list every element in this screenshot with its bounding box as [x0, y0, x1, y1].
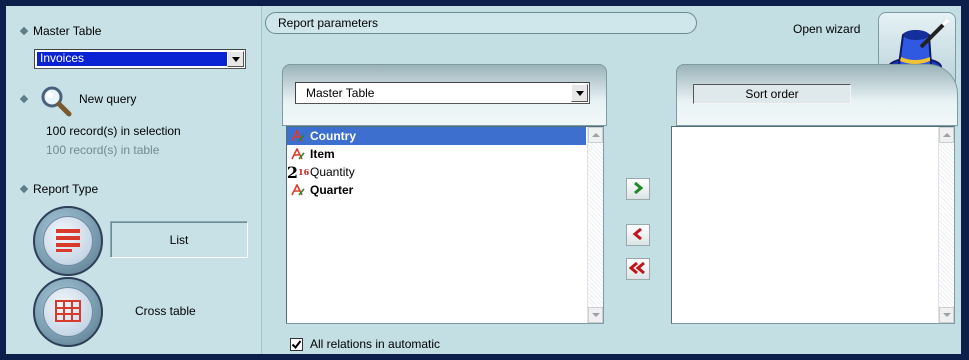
field-row[interactable]: 2 16 Quantity — [286, 162, 586, 182]
arrow-left-icon — [632, 227, 644, 243]
text-field-icon — [290, 147, 306, 161]
scroll-down-icon[interactable] — [939, 307, 954, 323]
sort-order-label: Sort order — [745, 87, 799, 101]
chevron-down-icon[interactable] — [227, 51, 244, 67]
report-parameters-label: Report parameters — [278, 16, 379, 30]
master-table-value: Invoices — [37, 52, 227, 66]
table-select-value: Master Table — [306, 86, 375, 100]
sort-order-list[interactable] — [671, 126, 955, 324]
scroll-up-icon[interactable] — [939, 127, 954, 143]
new-query-link[interactable]: New query — [79, 92, 136, 106]
number-icon-exponent: 16 — [298, 167, 310, 177]
arrow-right-icon — [632, 181, 644, 197]
text-field-icon — [290, 129, 306, 143]
sort-order-caption: Sort order — [693, 84, 851, 104]
cross-table-button[interactable] — [33, 277, 103, 347]
list-report-button[interactable] — [33, 206, 103, 276]
search-icon[interactable] — [39, 84, 73, 118]
field-name: Country — [310, 129, 356, 143]
fields-list[interactable]: Country Item 2 16 Quantity Quarter — [286, 126, 604, 324]
all-relations-checkbox[interactable] — [290, 338, 303, 351]
all-relations-label: All relations in automatic — [310, 337, 441, 351]
scroll-up-icon[interactable] — [588, 127, 603, 143]
number-field-icon: 2 16 — [286, 162, 310, 182]
fields-scrollbar[interactable] — [587, 127, 603, 323]
master-table-label: Master Table — [33, 24, 102, 38]
field-row[interactable]: Quarter — [287, 181, 586, 199]
master-table-select[interactable]: Invoices — [34, 49, 246, 69]
field-row[interactable]: Item — [287, 145, 586, 163]
records-in-table: 100 record(s) in table — [46, 143, 160, 157]
chevron-down-icon[interactable] — [571, 84, 588, 102]
bullet-icon — [19, 94, 29, 104]
left-panel: Master Table Invoices New query 100 reco… — [6, 6, 262, 354]
report-editor-window: Master Table Invoices New query 100 reco… — [6, 6, 961, 354]
report-parameters-header: Report parameters — [265, 12, 697, 34]
number-icon-base: 2 — [286, 162, 298, 182]
grid-icon — [55, 299, 81, 325]
cross-table-label: Cross table — [135, 304, 196, 318]
text-field-icon — [290, 183, 306, 197]
double-arrow-left-icon — [628, 261, 647, 277]
bullet-icon — [19, 26, 29, 36]
field-name: Quantity — [310, 165, 355, 179]
remove-field-button[interactable] — [626, 224, 650, 246]
scroll-down-icon[interactable] — [588, 307, 603, 323]
list-icon — [54, 227, 82, 256]
add-field-button[interactable] — [626, 178, 650, 200]
list-type-display: List — [110, 221, 248, 258]
sort-scrollbar[interactable] — [938, 127, 954, 323]
field-name: Quarter — [310, 183, 354, 197]
field-row[interactable]: Country — [287, 127, 586, 145]
bullet-icon — [19, 184, 29, 194]
list-label: List — [169, 232, 189, 247]
table-select[interactable]: Master Table — [295, 82, 590, 104]
records-in-selection: 100 record(s) in selection — [46, 124, 181, 138]
report-type-label: Report Type — [33, 182, 99, 196]
checkmark-icon — [291, 340, 302, 350]
field-name: Item — [310, 147, 335, 161]
open-wizard-label: Open wizard — [793, 22, 861, 36]
remove-all-fields-button[interactable] — [626, 258, 650, 280]
